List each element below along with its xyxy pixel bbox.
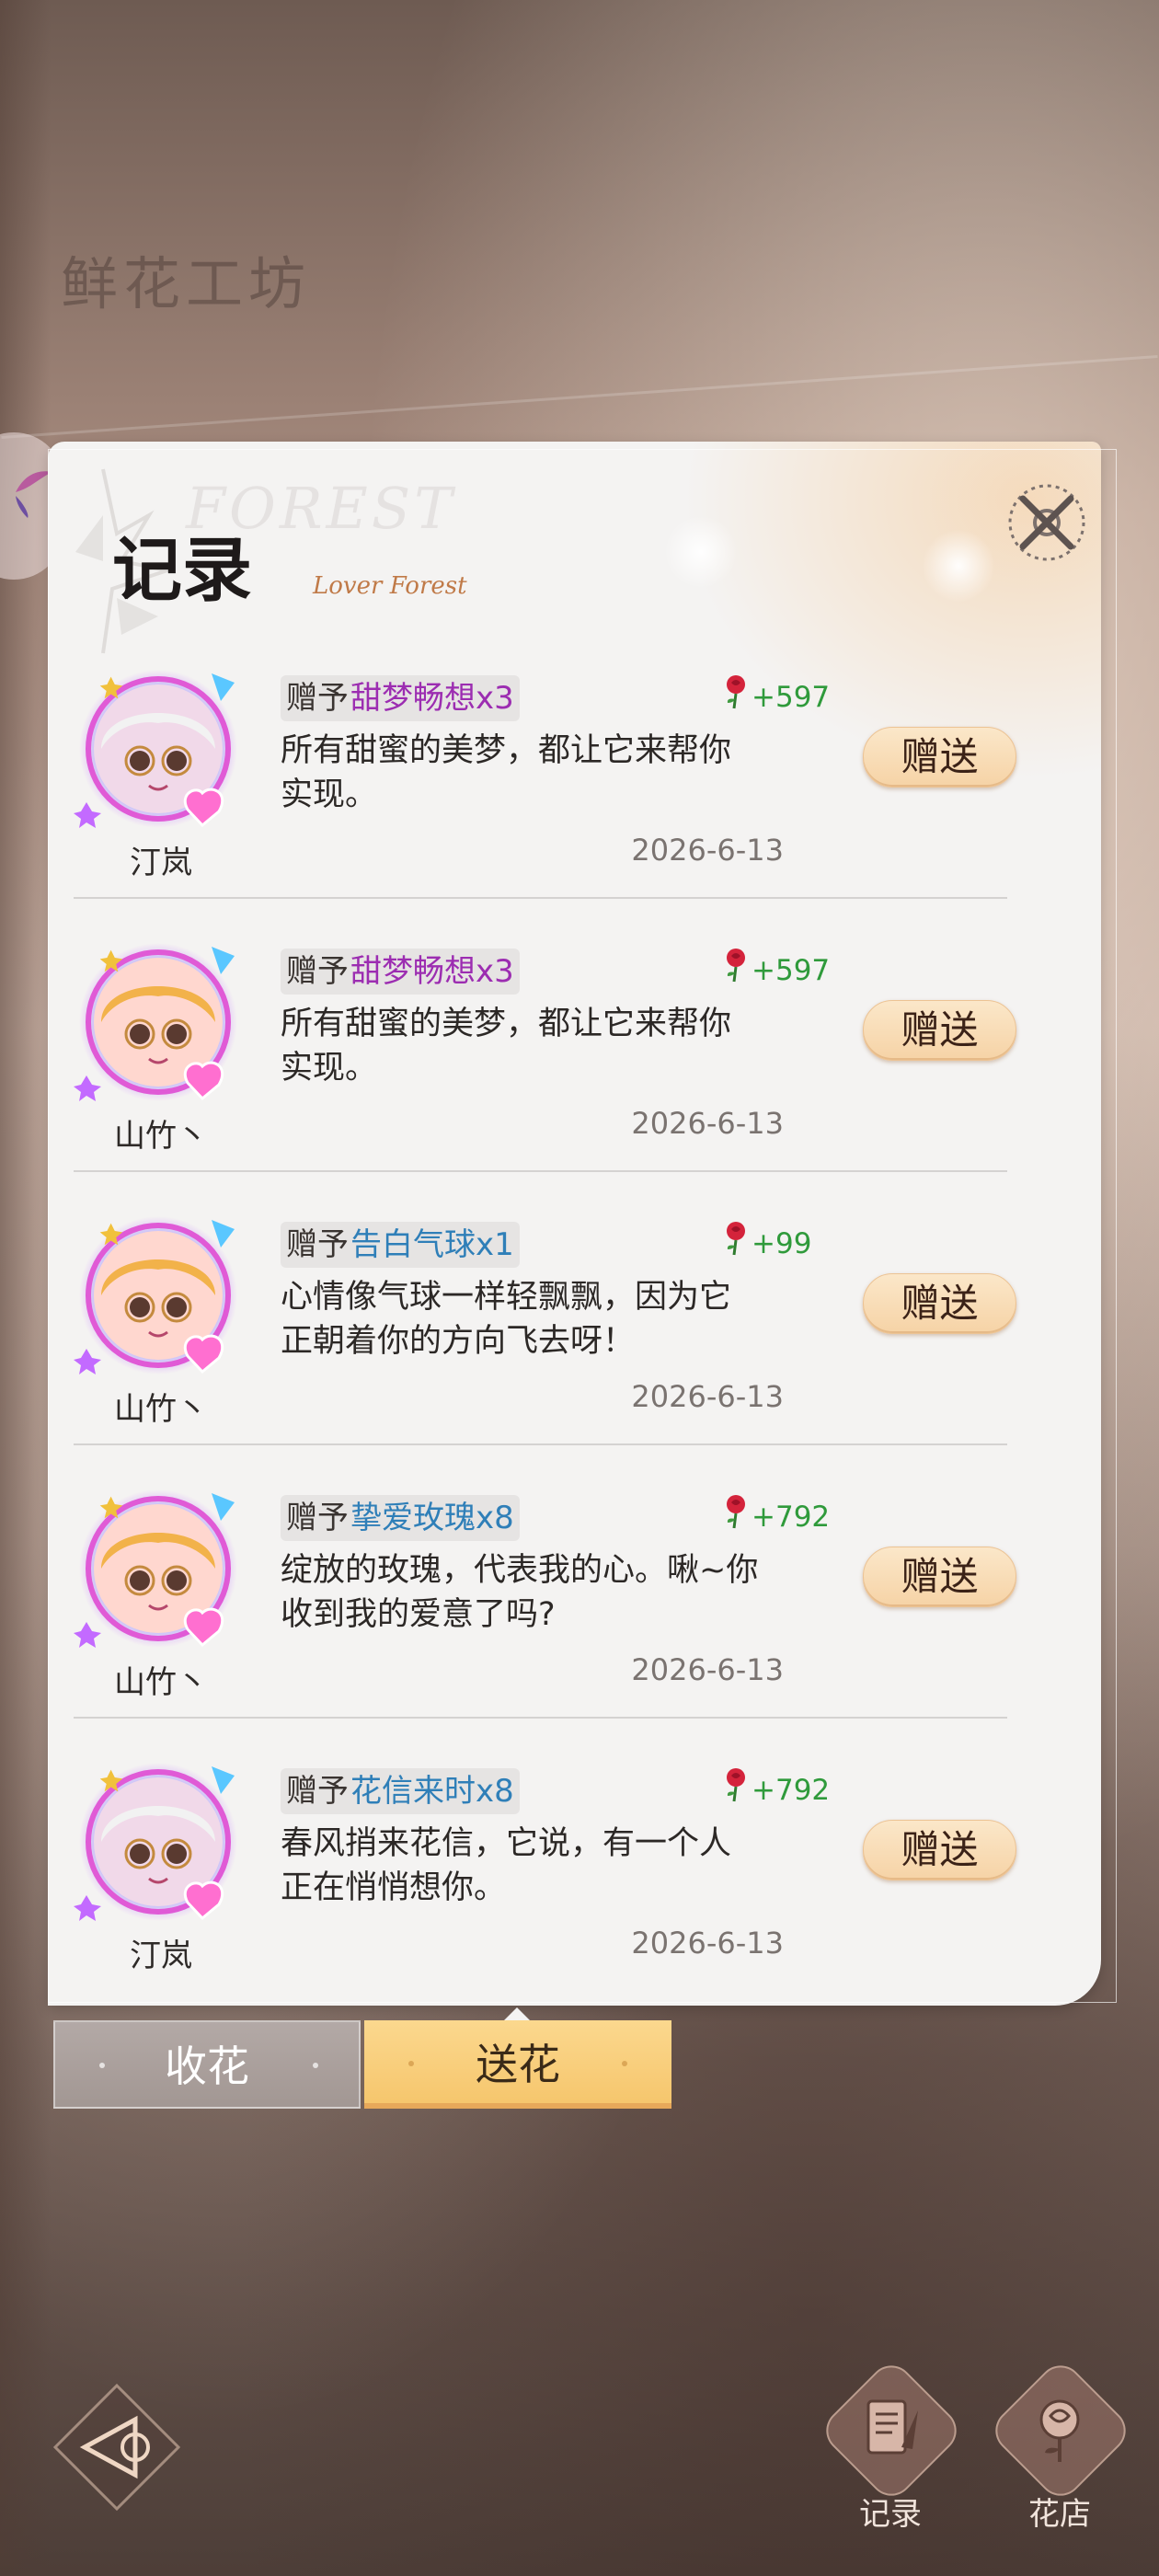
- gift-tag: 赠予甜梦畅想x3: [281, 675, 520, 721]
- send-gift-button[interactable]: 赠送: [863, 1273, 1016, 1334]
- record-divider: [74, 1717, 1007, 1719]
- nav-records-label: 记录: [859, 2496, 922, 2533]
- user-name: 汀岚: [130, 1938, 192, 1974]
- points-value: +792: [752, 1501, 831, 1534]
- gift-message: 心情像气球一样轻飘飘，因为它正朝着你的方向飞去呀！: [281, 1279, 732, 1360]
- gift-prefix: 赠予: [286, 1500, 349, 1536]
- tab-receive-flowers[interactable]: 收花: [53, 2020, 361, 2109]
- gift-name: 挚爱玫瑰x8: [350, 1500, 514, 1536]
- record-divider: [74, 897, 1007, 899]
- gift-prefix: 赠予: [286, 1226, 349, 1263]
- gift-message: 春风捎来花信，它说，有一个人正在悄悄想你。: [281, 1825, 732, 1906]
- rose-icon: [727, 1222, 745, 1256]
- record-divider: [74, 1443, 1007, 1445]
- tab-receive-label: 收花: [165, 2041, 249, 2091]
- user-name: 山竹丶: [114, 1391, 208, 1428]
- active-tab-pointer: [504, 2007, 530, 2020]
- gift-prefix: 赠予: [286, 680, 349, 717]
- nav-flower-shop-button[interactable]: 花店: [986, 2356, 1135, 2533]
- light-glow: [664, 515, 738, 589]
- points-value: +597: [752, 681, 831, 714]
- tab-send-label: 送花: [476, 2040, 560, 2089]
- record-item: 山竹丶 赠予挚爱玫瑰x8 +792 绽放的玫瑰，代表我的心。啾~你收到我的爱意了…: [74, 1464, 1016, 1736]
- points-value: +792: [752, 1774, 831, 1807]
- record-item: 汀岚 赠予甜梦畅想x3 +597 所有甜蜜的美梦，都让它来帮你实现。 2026-…: [74, 644, 1016, 916]
- background-pillar: [0, 0, 51, 2576]
- record-date: 2026-6-13: [631, 1379, 784, 1414]
- gift-prefix: 赠予: [286, 953, 349, 990]
- record-item: 山竹丶 赠予甜梦畅想x3 +597 所有甜蜜的美梦，都让它来帮你实现。 2026…: [74, 917, 1016, 1190]
- record-date: 2026-6-13: [631, 1106, 784, 1141]
- tab-dot: [313, 2063, 318, 2068]
- rose-icon: [727, 675, 745, 709]
- gift-message: 所有甜蜜的美梦，都让它来帮你实现。: [281, 1006, 732, 1087]
- gift-message: 所有甜蜜的美梦，都让它来帮你实现。: [281, 732, 732, 813]
- user-name: 山竹丶: [114, 1118, 208, 1155]
- close-icon[interactable]: [1003, 478, 1091, 567]
- gift-name: 甜梦畅想x3: [350, 953, 514, 990]
- blonde-girl-avatar[interactable]: [74, 937, 248, 1112]
- tab-dot: [99, 2063, 105, 2068]
- gift-name: 甜梦畅想x3: [350, 680, 514, 717]
- send-gift-button[interactable]: 赠送: [863, 727, 1016, 788]
- tab-bar: 收花 送花: [53, 2020, 674, 2110]
- user-name: 山竹丶: [114, 1664, 208, 1701]
- back-arrow-icon[interactable]: [48, 2378, 186, 2516]
- record-date: 2026-6-13: [631, 1926, 784, 1961]
- blonde-girl-avatar[interactable]: [74, 1211, 248, 1386]
- panel-subtitle: Lover Forest: [313, 572, 467, 600]
- record-divider: [74, 1170, 1007, 1172]
- gift-tag: 赠予告白气球x1: [281, 1222, 520, 1268]
- gift-name: 花信来时x8: [350, 1773, 514, 1810]
- page-title: 鲜花工坊: [61, 250, 312, 317]
- white-hair-glasses-boy-avatar[interactable]: [74, 664, 248, 839]
- scroll-quill-icon: [866, 2399, 918, 2455]
- record-date: 2026-6-13: [631, 1652, 784, 1687]
- tab-send-flowers[interactable]: 送花: [364, 2020, 671, 2109]
- tab-dot: [622, 2061, 627, 2066]
- rose-icon: [727, 1768, 745, 1802]
- rose-icon: [727, 949, 745, 983]
- panel-title: 记录: [112, 529, 252, 611]
- gift-message: 绽放的玫瑰，代表我的心。啾~你收到我的爱意了吗?: [281, 1552, 759, 1633]
- nav-flower-shop-label: 花店: [1028, 2496, 1091, 2533]
- points-value: +99: [752, 1227, 812, 1260]
- record-item: 山竹丶 赠予告白气球x1 +99 心情像气球一样轻飘飘，因为它正朝着你的方向飞去…: [74, 1190, 1016, 1463]
- send-gift-button[interactable]: 赠送: [863, 1547, 1016, 1607]
- nav-records-button[interactable]: 记录: [817, 2356, 966, 2533]
- gift-tag: 赠予挚爱玫瑰x8: [281, 1495, 520, 1541]
- gift-name: 告白气球x1: [350, 1226, 514, 1263]
- gift-tag: 赠予花信来时x8: [281, 1768, 520, 1814]
- gift-tag: 赠予甜梦畅想x3: [281, 949, 520, 995]
- rose-shop-icon: [1039, 2399, 1080, 2462]
- send-gift-button[interactable]: 赠送: [863, 1820, 1016, 1880]
- record-item: 汀岚 赠予花信来时x8 +792 春风捎来花信，它说，有一个人正在悄悄想你。 2…: [74, 1737, 1016, 2009]
- send-gift-button[interactable]: 赠送: [863, 1000, 1016, 1061]
- light-glow: [922, 529, 995, 603]
- gift-prefix: 赠予: [286, 1773, 349, 1810]
- rose-icon: [727, 1495, 745, 1529]
- points-value: +597: [752, 954, 831, 987]
- user-name: 汀岚: [130, 845, 192, 881]
- blonde-girl-avatar[interactable]: [74, 1484, 248, 1659]
- white-hair-glasses-boy-avatar[interactable]: [74, 1757, 248, 1932]
- record-date: 2026-6-13: [631, 833, 784, 868]
- tab-dot: [408, 2061, 414, 2066]
